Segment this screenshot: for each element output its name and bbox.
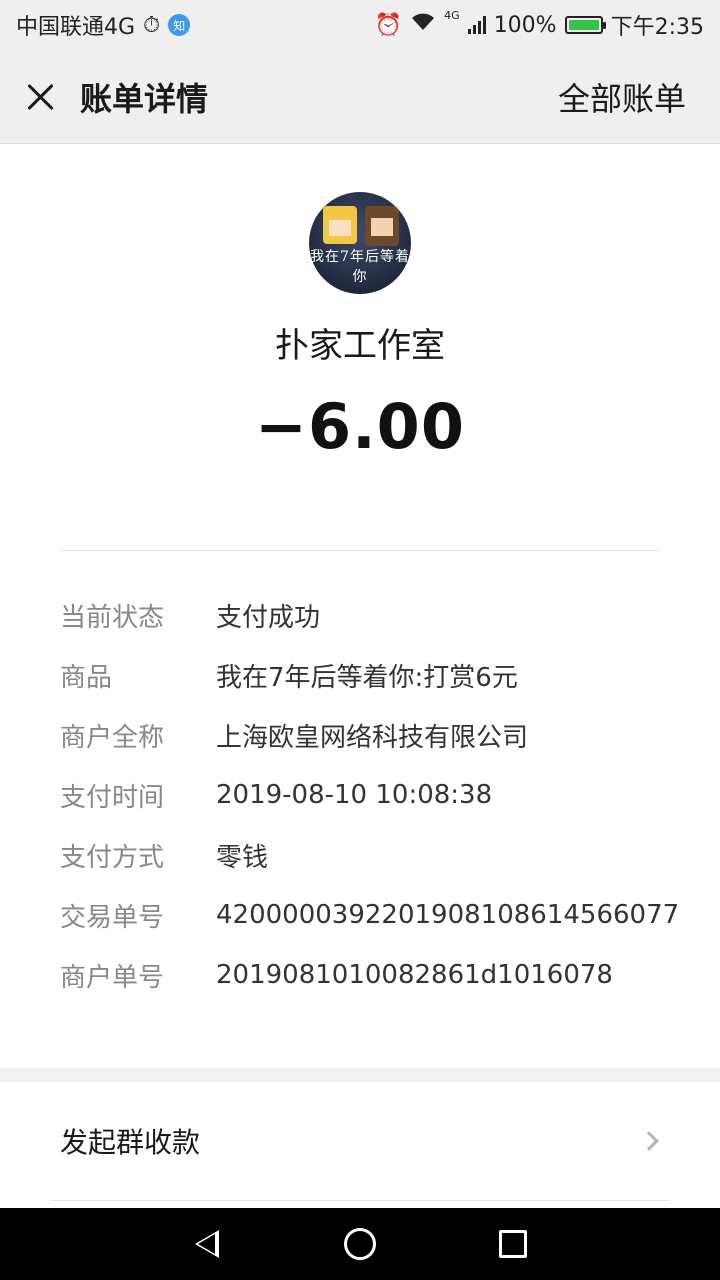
network-type-label: 4G — [444, 9, 460, 22]
detail-row-status: 当前状态 支付成功 — [60, 585, 680, 645]
clock: 下午2:35 — [610, 15, 704, 40]
detail-value: 4200000392201908108614566077 — [216, 900, 680, 930]
status-bar-right: ⏰ 4G 100% 下午2:35 — [375, 9, 704, 41]
detail-row-transaction-id: 交易单号 4200000392201908108614566077 — [60, 885, 680, 945]
chevron-right-icon — [639, 1131, 659, 1151]
detail-row-merchant-fullname: 商户全称 上海欧皇网络科技有限公司 — [60, 705, 680, 765]
merchant-name: 扑家工作室 — [275, 326, 445, 366]
battery-icon — [564, 16, 606, 34]
close-icon[interactable] — [24, 80, 58, 114]
back-icon — [194, 1230, 219, 1258]
system-nav-bar — [0, 1208, 720, 1280]
carrier-label: 中国联通4G — [16, 15, 136, 40]
back-button[interactable] — [182, 1219, 232, 1269]
detail-label: 商户全称 — [60, 722, 165, 753]
detail-label: 支付时间 — [60, 782, 165, 813]
detail-label: 交易单号 — [60, 902, 165, 933]
detail-row-pay-time: 支付时间 2019-08-10 10:08:38 — [60, 765, 680, 825]
all-bills-button[interactable]: 全部账单 — [558, 74, 686, 120]
detail-label: 商品 — [60, 662, 113, 693]
divider — [50, 1200, 670, 1201]
detail-label: 支付方式 — [60, 842, 165, 873]
recents-icon — [499, 1230, 528, 1258]
detail-row-product: 商品 我在7年后等着你:打赏6元 — [60, 645, 680, 705]
detail-value: 上海欧皇网络科技有限公司 — [216, 722, 529, 753]
detail-label: 商户单号 — [60, 962, 165, 993]
avatar-character-left — [323, 206, 357, 244]
wifi-icon — [410, 12, 436, 38]
detail-value: 支付成功 — [216, 602, 321, 633]
merchant-avatar: 我在7年后等着你 — [309, 192, 411, 294]
home-icon — [343, 1228, 376, 1260]
payment-amount: −6.00 — [255, 390, 465, 463]
signal-icon — [467, 16, 486, 34]
detail-row-pay-method: 支付方式 零钱 — [60, 825, 680, 885]
detail-value: 2019-08-10 10:08:38 — [216, 780, 493, 810]
divider — [60, 550, 660, 551]
recents-button[interactable] — [488, 1219, 538, 1269]
battery-percent: 100% — [493, 12, 557, 38]
home-button[interactable] — [335, 1219, 385, 1269]
timer-icon: ⏱ — [143, 12, 161, 38]
status-bar: 中国联通4G ⏱ 知 ⏰ 4G 100% 下午2:35 — [0, 0, 720, 50]
alarm-icon: ⏰ — [374, 12, 403, 38]
detail-value: 零钱 — [216, 842, 269, 873]
avatar-character-right — [365, 206, 399, 246]
avatar-logo-text: 我在7年后等着你 — [310, 249, 410, 285]
bill-details-list: 当前状态 支付成功 商品 我在7年后等着你:打赏6元 商户全称 上海欧皇网络科技… — [60, 585, 680, 1005]
detail-row-merchant-order-id: 商户单号 2019081010082861d1016078 — [60, 945, 680, 1005]
header-bar: 账单详情 全部账单 — [0, 50, 720, 144]
detail-value: 2019081010082861d1016078 — [216, 960, 613, 990]
status-bar-left: 中国联通4G ⏱ 知 — [16, 9, 191, 41]
group-collection-label: 发起群收款 — [60, 1126, 201, 1159]
zhihu-badge-icon: 知 — [168, 14, 191, 36]
detail-value: 我在7年后等着你:打赏6元 — [216, 662, 518, 693]
detail-label: 当前状态 — [60, 602, 165, 633]
group-collection-button[interactable]: 发起群收款 — [0, 1082, 720, 1200]
page-title: 账单详情 — [80, 79, 209, 118]
section-separator — [0, 1068, 720, 1082]
